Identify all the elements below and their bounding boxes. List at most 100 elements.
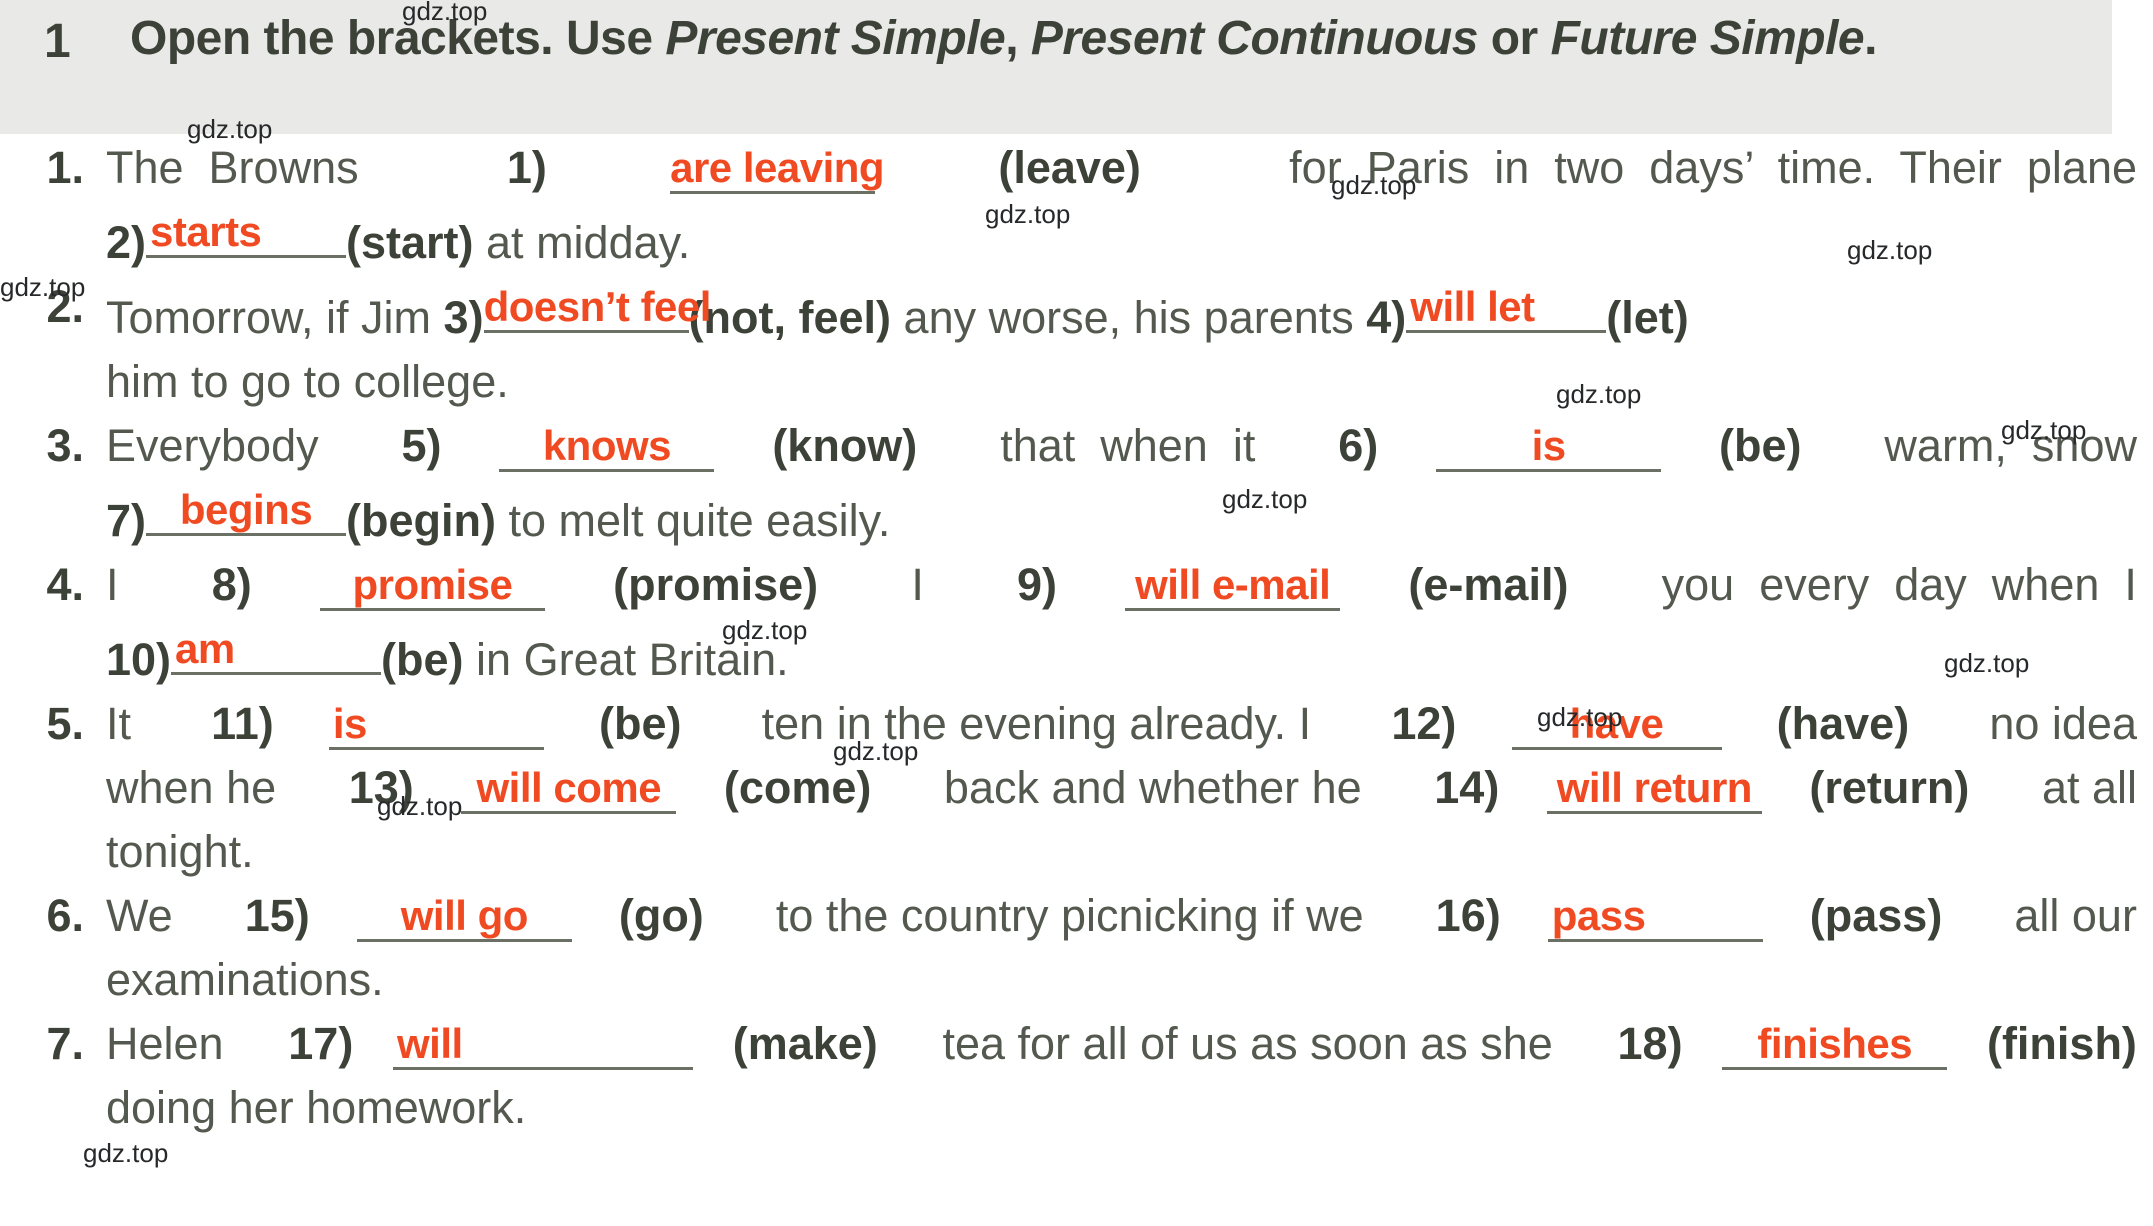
blank-number-marker: 14) xyxy=(1434,762,1500,813)
verb-prompt: (be) xyxy=(599,698,682,749)
answer-text: finishes xyxy=(1757,1020,1913,1067)
sentence-text: for Paris in two days’ time. Their plane xyxy=(1264,142,2137,193)
item-number: 5. xyxy=(46,698,84,749)
answer-text: am xyxy=(175,625,235,672)
answer-blank[interactable]: are leaving xyxy=(670,136,885,194)
answer-blank[interactable]: will xyxy=(393,1012,694,1070)
answer-blank[interactable]: is xyxy=(1436,414,1662,472)
sentence-text: We xyxy=(106,890,198,941)
verb-prompt: (leave) xyxy=(998,142,1141,193)
exercise-header: 1 Open the brackets. Use Present Simple,… xyxy=(0,0,2112,134)
sentence-text: any worse, his parents xyxy=(891,292,1367,343)
sentence-text: Tomorrow, if Jim xyxy=(106,292,444,343)
sentence-text: no idea xyxy=(1964,698,2137,749)
blank-number-marker: 12) xyxy=(1391,698,1457,749)
answer-blank[interactable]: begins xyxy=(146,478,347,536)
sentence-text: I xyxy=(106,559,144,610)
exercise-title-emphasis-future-simple: Future Simple xyxy=(1550,12,1865,65)
answer-blank[interactable]: will come xyxy=(461,756,677,814)
sentence-text: Helen xyxy=(106,1018,249,1069)
exercise-title-sep1: , xyxy=(1005,12,1031,65)
exercise-item: 7. Helen 17) will (make) tea for all of us … xyxy=(0,1012,2153,1140)
exercise-item: 3. Everybody 5) knows (know) that when it 6… xyxy=(0,414,2153,553)
exercise-title-emphasis-present-simple: Present Simple xyxy=(665,12,1006,65)
item-sentence: I 8) promise (promise) I 9) will e-mail (e-m… xyxy=(106,553,2153,692)
blank-number-marker: 4) xyxy=(1366,292,1407,343)
item-number: 2. xyxy=(46,281,84,332)
answer-text: pass xyxy=(1551,892,1646,939)
sentence-line: 2) starts (start) at midday. xyxy=(106,200,2137,275)
blank-number-marker: 8) xyxy=(211,559,252,610)
blank-number-marker: 18) xyxy=(1617,1018,1683,1069)
answer-blank[interactable]: will e-mail xyxy=(1125,553,1341,611)
answer-text: have xyxy=(1569,700,1664,747)
sentence-text: warm, snow xyxy=(1859,420,2137,471)
blank-number-marker: 7) xyxy=(106,495,147,546)
answer-blank[interactable]: will go xyxy=(356,884,572,942)
item-number: 4. xyxy=(46,559,84,610)
item-number: 3. xyxy=(46,420,84,471)
verb-prompt: (e-mail) xyxy=(1408,559,1569,610)
exercise-title-text1: Open the brackets. Use xyxy=(130,12,666,65)
sentence-text: It xyxy=(106,698,157,749)
blank-number-marker: 9) xyxy=(1017,559,1058,610)
verb-prompt: (start) xyxy=(346,217,474,268)
blank-number-marker: 10) xyxy=(106,634,172,685)
answer-text: promise xyxy=(352,561,513,608)
answer-blank[interactable]: knows xyxy=(499,414,715,472)
answer-blank[interactable]: is xyxy=(328,692,544,750)
item-number: 7. xyxy=(46,1018,84,1069)
watermark: gdz.top xyxy=(83,1138,169,1168)
sentence-line: It 11) is (be) ten in the evening already.… xyxy=(106,692,2137,756)
answer-text: is xyxy=(1531,422,1567,469)
sentence-text: when he xyxy=(106,762,302,813)
answer-text: will let xyxy=(1410,283,1535,330)
sentence-text: to the country picnicking if we xyxy=(750,890,1389,941)
item-sentence: Tomorrow, if Jim 3) doesn’t feel (not, fee… xyxy=(106,275,2153,414)
exercise-title: Open the brackets. Use Present Simple, P… xyxy=(106,0,1917,66)
exercise-title-sep2: or xyxy=(1477,12,1551,65)
blank-number-marker: 17) xyxy=(288,1018,354,1069)
sentence-line: The Browns 1) are leaving (leave) for Pari… xyxy=(106,136,2137,200)
blank-number-marker: 15) xyxy=(244,890,310,941)
exercise-title-emphasis-present-continuous: Present Continuous xyxy=(1030,12,1479,65)
answer-text: will xyxy=(397,1020,463,1067)
answer-blank[interactable]: promise xyxy=(319,553,545,611)
answer-blank[interactable]: pass xyxy=(1547,884,1763,942)
answer-blank[interactable]: have xyxy=(1511,692,1722,750)
exercise-item: 2. Tomorrow, if Jim 3) doesn’t feel (not, f… xyxy=(0,275,2153,414)
answer-blank[interactable]: starts xyxy=(146,200,347,258)
verb-prompt: (be) xyxy=(381,634,464,685)
sentence-line: examinations. xyxy=(106,948,2137,1012)
answer-blank[interactable]: finishes xyxy=(1722,1012,1948,1070)
blank-number-marker: 16) xyxy=(1435,890,1501,941)
verb-prompt: (let) xyxy=(1606,292,1689,343)
verb-prompt: (not, feel) xyxy=(688,292,892,343)
answer-blank[interactable]: doesn’t feel xyxy=(483,275,711,333)
sentence-line: him to go to college. xyxy=(106,350,2137,414)
sentence-text: at all xyxy=(2016,762,2137,813)
sentence-line: Everybody 5) knows (know) that when it 6) i… xyxy=(106,414,2137,478)
sentence-text: him to go to college. xyxy=(106,356,509,407)
sentence-line: Helen 17) will (make) tea for all of us as… xyxy=(106,1012,2137,1076)
verb-prompt: (know) xyxy=(772,420,918,471)
answer-text: are leaving xyxy=(670,144,885,191)
blank-number-marker: 5) xyxy=(401,420,442,471)
sentence-text: to melt quite easily. xyxy=(495,495,891,546)
sentence-text: The Browns xyxy=(106,142,384,193)
blank-number-marker: 11) xyxy=(211,698,274,749)
answer-text: will go xyxy=(400,892,529,939)
answer-blank[interactable]: am xyxy=(171,617,382,675)
exercise-item: 1. The Browns 1) are leaving (leave) for Pa… xyxy=(0,136,2153,275)
exercise-item-list: 1. The Browns 1) are leaving (leave) for Pa… xyxy=(0,136,2153,1140)
verb-prompt: (begin) xyxy=(346,495,496,546)
sentence-line: tonight. xyxy=(106,820,2137,884)
answer-blank[interactable]: will return xyxy=(1546,756,1762,814)
item-number: 6. xyxy=(46,890,84,941)
item-number: 1. xyxy=(46,142,84,193)
blank-number-marker: 2) xyxy=(106,217,147,268)
verb-prompt: (promise) xyxy=(613,559,819,610)
answer-text: knows xyxy=(542,422,672,469)
answer-blank[interactable]: will let xyxy=(1406,275,1607,333)
verb-prompt: (have) xyxy=(1776,698,1910,749)
